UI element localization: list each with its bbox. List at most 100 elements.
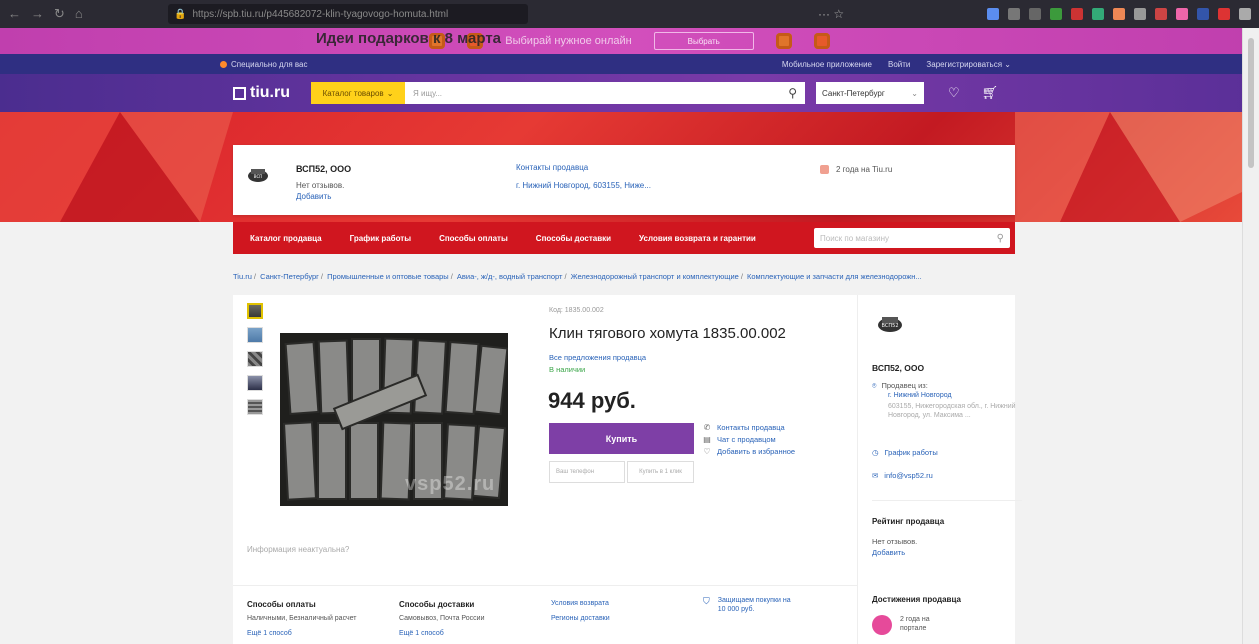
mail-icon: ✉ bbox=[872, 471, 879, 480]
extension-icon[interactable] bbox=[1092, 8, 1104, 20]
product-code: Код: 1835.00.002 bbox=[549, 307, 604, 314]
menu-schedule[interactable]: График работы bbox=[350, 234, 411, 243]
extension-icon[interactable] bbox=[1071, 8, 1083, 20]
breadcrumb-item[interactable]: Железнодорожный транспорт и комплектующи… bbox=[571, 272, 739, 281]
shop-search-placeholder: Поиск по магазину bbox=[820, 233, 889, 243]
breadcrumb-item[interactable]: Санкт-Петербург bbox=[260, 272, 319, 281]
delivery-more-link[interactable]: Ещё 1 способ bbox=[399, 630, 444, 637]
guarantee-link[interactable]: ⛉ Защищаем покупки на 10 000 руб. bbox=[703, 596, 798, 615]
regions-link[interactable]: Регионы доставки bbox=[551, 615, 610, 622]
breadcrumb-item[interactable]: Авиа-, ж/д-, водный транспорт bbox=[457, 272, 563, 281]
delivery-title: Способы доставки bbox=[399, 600, 475, 609]
menu-icon[interactable] bbox=[1239, 8, 1251, 20]
years-label: 2 года на Tiu.ru bbox=[836, 165, 893, 174]
seller-name[interactable]: ВСП52, ООО bbox=[296, 164, 351, 174]
seller-card: ВСП ВСП52, ООО Нет отзывов. Добавить Кон… bbox=[233, 145, 1015, 215]
gift-icon bbox=[813, 33, 830, 49]
lock-icon: 🔒 bbox=[174, 8, 187, 20]
buy-button[interactable]: Купить bbox=[549, 423, 694, 454]
extension-icon[interactable] bbox=[1218, 8, 1230, 20]
cart-icon[interactable]: 🛒︎ bbox=[982, 85, 999, 101]
login-link[interactable]: Войти bbox=[888, 60, 910, 69]
forward-icon[interactable]: → bbox=[31, 6, 44, 22]
menu-payment[interactable]: Способы оплаты bbox=[439, 234, 508, 243]
svg-text:ВСП: ВСП bbox=[254, 174, 263, 179]
thumbnail[interactable] bbox=[247, 351, 263, 367]
phone-input[interactable]: Ваш телефон bbox=[549, 461, 625, 483]
badge-icon bbox=[820, 165, 829, 174]
delivery-column: Способы доставки Самовывоз, Почта России bbox=[399, 600, 485, 625]
promo-button[interactable]: Выбрать bbox=[653, 32, 754, 50]
chat-action[interactable]: ▤ Чат с продавцом bbox=[703, 435, 795, 444]
search-icon[interactable]: ⚲ bbox=[788, 86, 797, 100]
extension-icon[interactable] bbox=[1113, 8, 1125, 20]
city-select[interactable]: Санкт-Петербург ⌄ bbox=[816, 82, 924, 104]
page-scrollbar[interactable] bbox=[1242, 28, 1259, 644]
rating-add-link[interactable]: Добавить bbox=[872, 548, 905, 557]
breadcrumb-item[interactable]: Промышленные и оптовые товары bbox=[327, 272, 449, 281]
report-inaccurate-link[interactable]: Информация неактуальна? bbox=[247, 545, 349, 554]
library-icon[interactable] bbox=[1008, 8, 1020, 20]
reload-icon[interactable]: ↻ bbox=[54, 6, 65, 22]
payment-column: Способы оплаты Наличными, Безналичный ра… bbox=[247, 600, 357, 625]
phone-icon: ✆ bbox=[703, 423, 711, 432]
url-actions[interactable]: ··· ☆ bbox=[818, 7, 844, 21]
logo-square-icon bbox=[233, 86, 246, 100]
search-icon[interactable]: ⚲ bbox=[997, 233, 1004, 244]
one-click-button[interactable]: Купить в 1 клик bbox=[627, 461, 694, 483]
download-icon[interactable] bbox=[987, 8, 999, 20]
browser-toolbar: ← → ↻ ⌂ 🔒 https://spb.tiu.ru/p445682072-… bbox=[0, 0, 1259, 28]
home-icon[interactable]: ⌂ bbox=[75, 6, 83, 22]
email-label: info@vsp52.ru bbox=[884, 471, 933, 480]
schedule-label: График работы bbox=[884, 448, 938, 457]
catalog-button[interactable]: Каталог товаров ⌄ bbox=[311, 82, 405, 104]
menu-delivery[interactable]: Способы доставки bbox=[536, 234, 611, 243]
seller-address-link[interactable]: г. Нижний Новгород, 603155, Ниже... bbox=[516, 181, 651, 190]
site-logo[interactable]: tiu.ru bbox=[233, 84, 311, 102]
extension-icon[interactable] bbox=[1197, 8, 1209, 20]
heart-icon[interactable]: ♡ bbox=[948, 85, 960, 101]
search-input[interactable]: Я ищу... ⚲ bbox=[405, 82, 805, 104]
payment-more-link[interactable]: Ещё 1 способ bbox=[247, 630, 292, 637]
special-link[interactable]: Специально для вас bbox=[220, 60, 307, 69]
email-link[interactable]: ✉ info@vsp52.ru bbox=[872, 471, 933, 480]
url-bar[interactable]: 🔒 https://spb.tiu.ru/p445682072-klin-tya… bbox=[168, 4, 528, 24]
extension-icon[interactable] bbox=[1050, 8, 1062, 20]
thumbnail[interactable] bbox=[247, 327, 263, 343]
thumbnail[interactable] bbox=[247, 303, 263, 319]
seller-logo-icon[interactable]: ВСП52 bbox=[877, 315, 903, 333]
menu-catalog[interactable]: Каталог продавца bbox=[250, 234, 322, 243]
top-strip: Специально для вас Мобильное приложение … bbox=[0, 54, 1259, 74]
thumbnail[interactable] bbox=[247, 399, 263, 415]
product-photo[interactable]: vsp52.ru bbox=[280, 333, 508, 506]
back-icon[interactable]: ← bbox=[8, 6, 21, 22]
extension-icon[interactable] bbox=[1176, 8, 1188, 20]
register-link[interactable]: Зарегистрироваться ⌄ bbox=[926, 60, 1011, 69]
seller-contacts-link[interactable]: Контакты продавца bbox=[516, 163, 588, 172]
contacts-action[interactable]: ✆ Контакты продавца bbox=[703, 423, 795, 432]
mobile-app-link[interactable]: Мобильное приложение bbox=[782, 60, 872, 69]
chevron-down-icon: ⌄ bbox=[386, 88, 394, 98]
returns-link[interactable]: Условия возврата bbox=[551, 600, 610, 607]
sidebar-icon[interactable] bbox=[1029, 8, 1041, 20]
all-offers-link[interactable]: Все предложения продавца bbox=[549, 353, 646, 362]
menu-returns[interactable]: Условия возврата и гарантии bbox=[639, 234, 756, 243]
achievement-badge-icon bbox=[872, 615, 892, 635]
promo-banner[interactable]: Идеи подарков к 8 марта Выбирай нужное о… bbox=[0, 28, 1259, 54]
seller-logo-icon[interactable]: ВСП bbox=[247, 167, 269, 183]
thumbnail[interactable] bbox=[247, 375, 263, 391]
shop-search-input[interactable]: Поиск по магазину ⚲ bbox=[814, 228, 1010, 248]
breadcrumb-item[interactable]: Комплектующие и запчасти для железнодоро… bbox=[747, 272, 922, 281]
extension-icon[interactable] bbox=[1134, 8, 1146, 20]
seller-city-link[interactable]: г. Нижний Новгород bbox=[888, 392, 952, 399]
add-review-link[interactable]: Добавить bbox=[296, 192, 331, 201]
scrollbar-thumb[interactable] bbox=[1248, 38, 1254, 168]
schedule-link[interactable]: ◷ График работы bbox=[872, 448, 938, 457]
seller-menu: Каталог продавца График работы Способы о… bbox=[233, 222, 1015, 254]
extension-icon[interactable] bbox=[1155, 8, 1167, 20]
favorite-action[interactable]: ♡ Добавить в избранное bbox=[703, 447, 795, 456]
browser-nav: ← → ↻ ⌂ bbox=[8, 6, 168, 22]
breadcrumb-item[interactable]: Tiu.ru bbox=[233, 272, 252, 281]
sidebar-seller-name[interactable]: ВСП52, ООО bbox=[872, 363, 924, 373]
thumbnail-list bbox=[247, 303, 263, 415]
